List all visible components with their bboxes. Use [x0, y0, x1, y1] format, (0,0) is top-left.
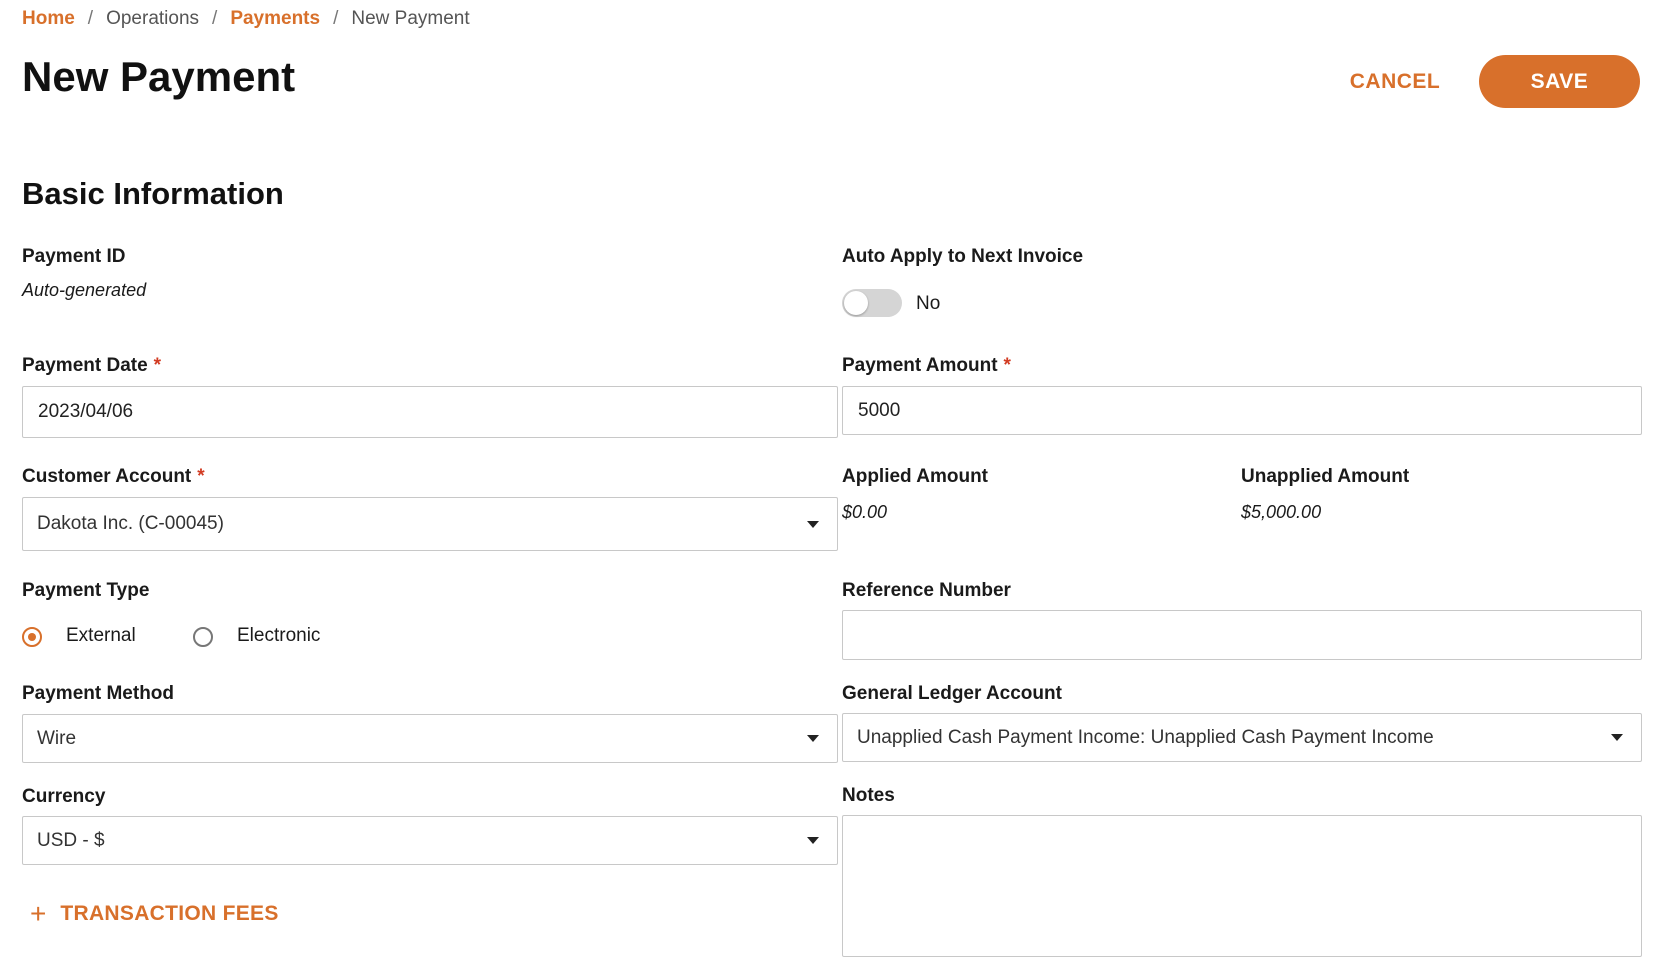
add-transaction-fees-button[interactable]: + TRANSACTION FEES — [30, 900, 279, 928]
payment-amount-input[interactable] — [842, 386, 1642, 435]
payment-type-label: Payment Type — [22, 580, 150, 601]
reference-number-label: Reference Number — [842, 580, 1011, 601]
chevron-down-icon — [807, 837, 819, 844]
breadcrumb-current: New Payment — [351, 8, 470, 29]
applied-amount-value: $0.00 — [842, 502, 888, 522]
currency-value: USD - $ — [37, 829, 105, 851]
radio-electronic-label[interactable]: Electronic — [237, 625, 320, 647]
payment-amount-label: Payment Amount * — [842, 355, 1011, 377]
notes-textarea[interactable] — [842, 815, 1642, 957]
unapplied-amount-value: $5,000.00 — [1241, 502, 1322, 522]
transaction-fees-label: TRANSACTION FEES — [60, 902, 279, 925]
breadcrumb-separator: / — [87, 8, 94, 29]
auto-apply-state: No — [916, 293, 941, 314]
payment-method-value: Wire — [37, 727, 77, 749]
breadcrumb-home[interactable]: Home — [22, 8, 75, 30]
unapplied-amount-label: Unapplied Amount — [1241, 466, 1410, 487]
payment-id-label: Payment ID — [22, 246, 126, 267]
save-button[interactable]: SAVE — [1479, 55, 1640, 108]
payment-method-select[interactable]: Wire — [22, 714, 838, 763]
gl-account-select[interactable]: Unapplied Cash Payment Income: Unapplied… — [842, 713, 1642, 762]
payment-date-label-text: Payment Date — [22, 355, 148, 376]
payment-method-label: Payment Method — [22, 683, 175, 704]
plus-icon: + — [30, 898, 47, 929]
gl-account-value: Unapplied Cash Payment Income: Unapplied… — [857, 726, 1434, 748]
payment-amount-label-text: Payment Amount — [842, 355, 998, 376]
payment-id-value: Auto-generated — [22, 280, 147, 300]
breadcrumb-operations: Operations — [106, 8, 200, 29]
customer-account-label-text: Customer Account — [22, 466, 192, 487]
toggle-knob — [844, 291, 868, 315]
page-title: New Payment — [22, 53, 296, 100]
cancel-button[interactable]: CANCEL — [1340, 60, 1450, 104]
customer-account-label: Customer Account * — [22, 466, 205, 488]
payment-date-label: Payment Date * — [22, 355, 161, 377]
applied-amount-label: Applied Amount — [842, 466, 988, 487]
auto-apply-label: Auto Apply to Next Invoice — [842, 246, 1084, 267]
currency-label: Currency — [22, 786, 106, 807]
breadcrumb-separator: / — [212, 8, 218, 29]
radio-electronic[interactable] — [193, 627, 213, 647]
payment-date-input[interactable] — [22, 386, 838, 438]
breadcrumb: Home / Operations / Payments / New Payme… — [22, 8, 470, 30]
customer-account-select[interactable]: Dakota Inc. (C-00045) — [22, 497, 838, 551]
breadcrumb-separator: / — [333, 8, 339, 29]
chevron-down-icon — [1611, 734, 1623, 741]
chevron-down-icon — [807, 735, 819, 742]
radio-external-label[interactable]: External — [66, 625, 136, 647]
customer-account-value: Dakota Inc. (C-00045) — [37, 513, 224, 534]
notes-label: Notes — [842, 785, 895, 806]
gl-account-label: General Ledger Account — [842, 683, 1062, 704]
breadcrumb-payments[interactable]: Payments — [230, 8, 320, 30]
section-title: Basic Information — [22, 176, 284, 211]
reference-number-input[interactable] — [842, 610, 1642, 660]
chevron-down-icon — [807, 520, 819, 528]
required-asterisk: * — [1003, 355, 1011, 376]
currency-select[interactable]: USD - $ — [22, 816, 838, 865]
auto-apply-toggle[interactable] — [842, 289, 902, 317]
required-asterisk: * — [153, 355, 162, 376]
required-asterisk: * — [197, 466, 205, 487]
radio-external[interactable] — [22, 627, 42, 647]
